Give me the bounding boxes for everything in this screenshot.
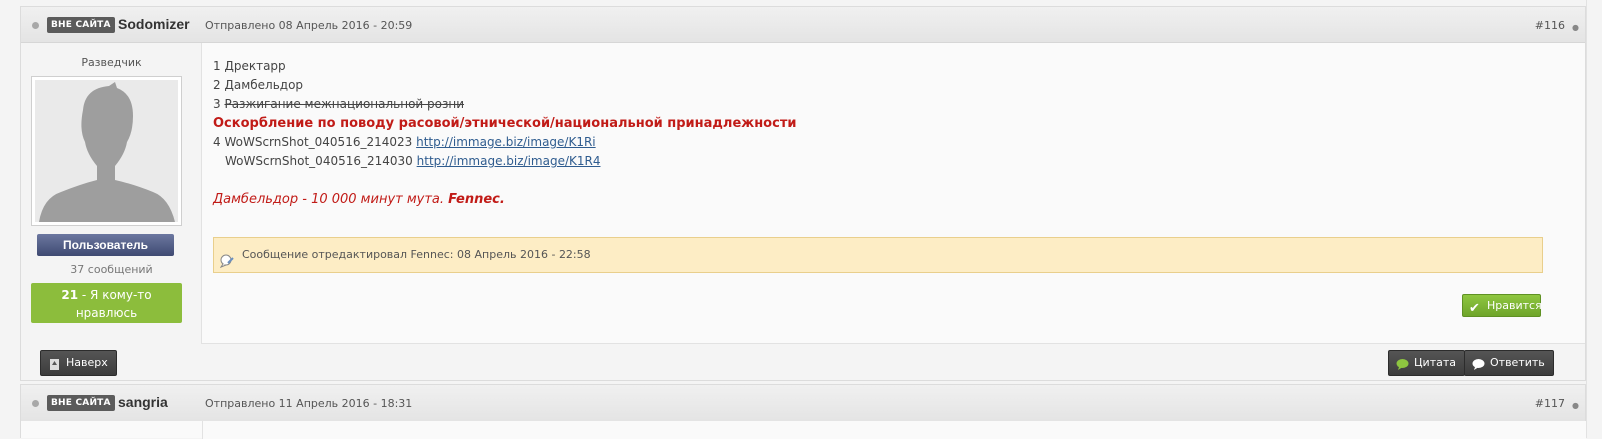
quote-button[interactable]: Цитата (1388, 350, 1465, 376)
violation-text: Оскорбление по поводу расовой/этнической… (213, 116, 797, 131)
reputation-text: - Я кому-то нравлюсь (75, 288, 152, 320)
content-line: 1 Дректарр (213, 59, 286, 73)
author-name[interactable]: Sodomizer (118, 16, 190, 32)
offline-badge: ВНЕ САЙТА (47, 395, 115, 411)
post-number-link[interactable]: #117 (1535, 397, 1565, 410)
screenshot-link[interactable]: http://immage.biz/image/K1R4 (417, 154, 601, 168)
avatar[interactable] (31, 76, 182, 226)
post-header: ВНЕ САЙТА Sodomizer Отправлено 08 Апрель… (21, 7, 1585, 43)
like-button[interactable]: ✔ Нравится (1462, 294, 1542, 317)
strikethrough-text: Разжигание межнациональной розни (224, 97, 465, 111)
content-line: 4 WoWScrnShot_040516_214023 http://immag… (213, 135, 596, 149)
page-margin-left (0, 0, 20, 438)
post-date: Отправлено 11 Апрель 2016 - 18:31 (205, 397, 413, 410)
post-number-link[interactable]: #116 (1535, 19, 1565, 32)
post-date: Отправлено 08 Апрель 2016 - 20:59 (205, 19, 413, 32)
forum-post: ВНЕ САЙТА sangria Отправлено 11 Апрель 2… (20, 384, 1586, 439)
author-info-panel: Разведчик Пользователь 37 сообщений 21 -… (21, 43, 202, 344)
author-name[interactable]: sangria (118, 394, 168, 410)
post-footer: Наверх Цитата Ответить (21, 344, 1585, 380)
like-label: Нравится (1487, 299, 1542, 312)
reply-button[interactable]: Ответить (1464, 350, 1554, 376)
content-line: 2 Дамбельдор (213, 78, 304, 92)
check-icon: ✔ (1469, 301, 1480, 316)
checkbox-dot-icon[interactable]: ● (1572, 23, 1579, 32)
offline-status-icon (32, 22, 39, 29)
back-to-top-button[interactable]: Наверх (40, 350, 117, 376)
content-line: 3 Разжигание межнациональной розни (213, 97, 465, 111)
content-line: WoWScrnShot_040516_214030 http://immage.… (225, 154, 601, 168)
offline-status-icon (32, 400, 39, 407)
page-up-icon (48, 356, 61, 370)
screenshot-link[interactable]: http://immage.biz/image/K1Ri (416, 135, 596, 149)
offline-badge: ВНЕ САЙТА (47, 17, 115, 33)
reply-bubble-icon (1472, 356, 1485, 370)
post-count: 37 сообщений (70, 263, 153, 276)
reputation-box: 21 - Я кому-то нравлюсь (31, 283, 182, 323)
forum-page: ВНЕ САЙТА Sodomizer Отправлено 08 Апрель… (0, 0, 1602, 439)
checkbox-dot-icon[interactable]: ● (1572, 401, 1579, 410)
reputation-count: 21 (61, 288, 79, 302)
page-scroll-area (1586, 0, 1602, 438)
edit-note-text: Сообщение отредактировал Fennec: 08 Апре… (242, 248, 591, 261)
forum-post: ВНЕ САЙТА Sodomizer Отправлено 08 Апрель… (20, 6, 1586, 381)
quote-bubble-icon (1396, 356, 1409, 370)
user-group-badge: Пользователь (37, 234, 174, 256)
edit-note-box: Сообщение отредактировал Fennec: 08 Апре… (213, 237, 1543, 273)
default-avatar-icon (35, 80, 178, 222)
post-body-partial (202, 421, 1586, 439)
post-content: 1 Дректарр 2 Дамбельдор 3 Разжигание меж… (213, 57, 1575, 209)
edit-note-icon (219, 248, 234, 269)
post-header: ВНЕ САЙТА sangria Отправлено 11 Апрель 2… (21, 385, 1585, 421)
post-body: Разведчик Пользователь 37 сообщений 21 -… (21, 43, 1585, 344)
moderator-note: Дамбельдор - 10 000 минут мута. Fennec. (213, 192, 505, 207)
user-rank: Разведчик (81, 56, 142, 69)
